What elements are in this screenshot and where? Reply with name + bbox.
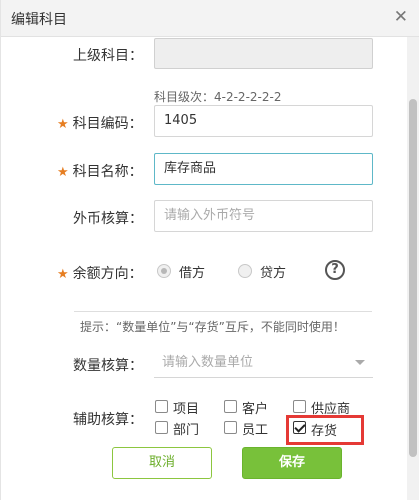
required-star-icon: ★ (57, 165, 69, 180)
parent-subject-field (154, 38, 373, 69)
quantity-unit-select[interactable]: 请输入数量单位 (154, 348, 373, 378)
subject-name-label-text: 科目名称： (72, 164, 143, 180)
credit-radio[interactable] (238, 264, 252, 278)
credit-radio-label: 贷方 (260, 266, 287, 281)
checkbox-project[interactable] (155, 400, 168, 413)
balance-direction-label: ★ 余额方向： (57, 263, 143, 283)
section-divider (74, 311, 372, 312)
checkbox-department-label: 部门 (173, 423, 200, 438)
required-star-icon: ★ (57, 267, 69, 282)
subject-name-input[interactable]: 库存商品 (154, 153, 373, 185)
checkbox-customer[interactable] (224, 400, 237, 413)
parent-subject-label: 上级科目： (73, 48, 143, 64)
inventory-highlight-box (286, 415, 364, 445)
checkbox-employee[interactable] (224, 421, 237, 434)
balance-direction-label-text: 余额方向： (72, 266, 143, 282)
checkbox-customer-label: 客户 (242, 402, 269, 417)
foreign-currency-input[interactable]: 请输入外币符号 (154, 200, 373, 232)
scrollbar-thumb[interactable] (409, 99, 417, 457)
checkbox-employee-label: 员工 (242, 423, 269, 438)
subject-name-label: ★ 科目名称： (57, 161, 143, 181)
save-button[interactable]: 保存 (242, 447, 342, 479)
checkbox-department[interactable] (155, 421, 168, 434)
vertical-scrollbar[interactable] (407, 37, 419, 500)
debit-radio-label: 借方 (179, 266, 206, 281)
dialog-header: 编辑科目 ✕ (1, 0, 419, 37)
mutual-exclusion-tip: 提示：“数量单位”与“存货”互斥，不能同时使用！ (80, 320, 345, 334)
chevron-down-icon (355, 360, 365, 365)
quantity-unit-placeholder: 请输入数量单位 (162, 355, 254, 370)
debit-radio[interactable] (157, 264, 171, 278)
subject-level-hint: 科目级次：4-2-2-2-2-2 (154, 90, 282, 104)
foreign-currency-placeholder: 请输入外币符号 (164, 208, 256, 223)
foreign-currency-label: 外币核算： (73, 211, 143, 227)
cancel-button[interactable]: 取消 (112, 447, 212, 479)
subject-code-label: ★ 科目编码： (57, 113, 143, 133)
edit-subject-dialog: 编辑科目 ✕ 上级科目： 科目级次：4-2-2-2-2-2 ★ 科目编码： 140… (0, 0, 419, 500)
auxiliary-label: 辅助核算： (73, 412, 143, 428)
checkbox-project-label: 项目 (173, 402, 200, 417)
dialog-title: 编辑科目 (11, 12, 67, 28)
subject-code-label-text: 科目编码： (72, 116, 143, 132)
close-icon[interactable]: ✕ (394, 6, 408, 28)
required-star-icon: ★ (57, 117, 69, 132)
help-icon[interactable]: ? (325, 260, 345, 280)
subject-code-input[interactable]: 1405 (154, 105, 373, 137)
checkbox-supplier[interactable] (293, 400, 306, 413)
quantity-label: 数量核算： (73, 358, 143, 374)
